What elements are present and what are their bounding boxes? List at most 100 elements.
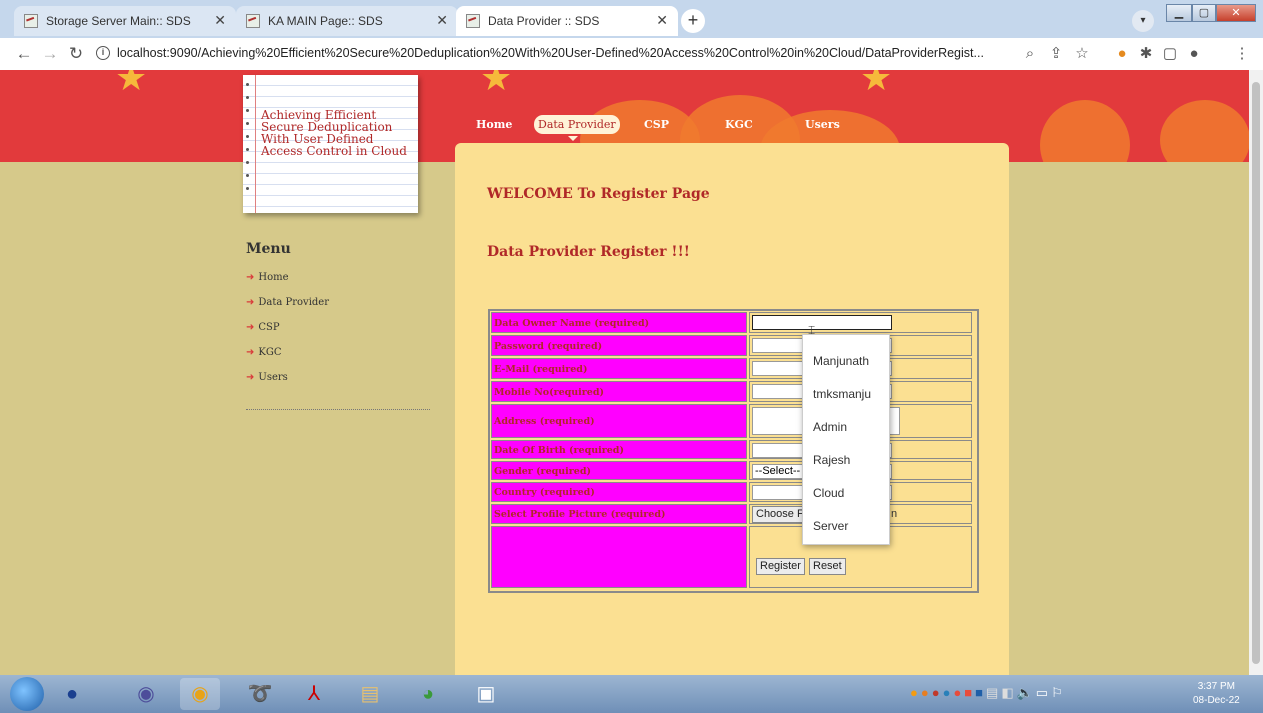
url-bar[interactable]: localhost:9090/Achieving%20Efficient%20S…	[117, 46, 1017, 60]
form-row-actions: Register Reset	[490, 526, 973, 588]
sidebar-item-csp[interactable]: ➜ CSP	[246, 322, 329, 347]
sidebar-item-data-provider[interactable]: ➜ Data Provider	[246, 297, 329, 322]
close-icon[interactable]: ✕	[656, 12, 668, 29]
banner-decoration	[1040, 100, 1130, 162]
autocomplete-dropdown: Manjunath tmksmanju Admin Rajesh Cloud S…	[802, 334, 890, 545]
nav-home[interactable]: Home	[476, 118, 512, 131]
taskbar-clock[interactable]: 3:37 PM 08-Dec-22	[1193, 680, 1240, 708]
tray-icon[interactable]: ●	[932, 685, 943, 700]
mobile-label: Mobile No(required)	[491, 381, 747, 402]
site-logo-note: Achieving Efficient Secure Deduplication…	[243, 75, 418, 213]
choose-file-button[interactable]: Choose F	[752, 506, 808, 523]
bookmark-star-icon[interactable]: ☆	[1072, 44, 1092, 64]
country-label: Country (required)	[491, 482, 747, 502]
tab-data-provider[interactable]: Data Provider :: SDS ✕	[456, 6, 678, 36]
network-tray-icon[interactable]: ⚐	[1051, 685, 1066, 700]
form-row-name: Data Owner Name (required)	[490, 312, 973, 333]
form-row-gender: Gender (required) --Select--	[490, 461, 973, 480]
volume-icon[interactable]: 🔈	[1017, 685, 1036, 700]
new-tab-button[interactable]: +	[681, 9, 705, 33]
nav-kgc[interactable]: KGC	[725, 118, 753, 131]
tab-search-chevron-icon[interactable]: ▾	[1132, 10, 1154, 32]
arrow-right-icon: ➜	[246, 272, 255, 283]
close-icon[interactable]: ✕	[436, 12, 448, 29]
site-info-icon[interactable]: i	[96, 46, 110, 60]
back-arrow-icon[interactable]: ←	[14, 44, 34, 64]
data-owner-name-input[interactable]	[752, 315, 892, 330]
tray-icon[interactable]: ■	[975, 685, 986, 700]
minimize-button[interactable]: ▁	[1166, 4, 1192, 22]
clock-date: 08-Dec-22	[1193, 695, 1240, 706]
nav-csp[interactable]: CSP	[644, 118, 669, 131]
app-window-icon[interactable]: ▣	[466, 678, 506, 710]
sidebar-divider	[246, 409, 430, 410]
address-label: Address (required)	[491, 404, 747, 438]
sidebar-item-kgc[interactable]: ➜ KGC	[246, 347, 329, 372]
tray-icon[interactable]: ●	[921, 685, 932, 700]
profile-avatar-icon[interactable]: ●	[1184, 44, 1204, 64]
side-panel-icon[interactable]: ▢	[1160, 44, 1180, 64]
eclipse-icon[interactable]: ◉	[126, 678, 166, 710]
tray-icon[interactable]: ◧	[1001, 685, 1016, 700]
star-decoration-icon: ★	[480, 70, 513, 98]
filezilla-icon[interactable]: ➰	[240, 678, 280, 710]
arrow-right-icon: ➜	[246, 347, 255, 358]
tray-icon[interactable]: ●	[910, 685, 921, 700]
reset-button[interactable]: Reset	[809, 558, 846, 575]
reload-icon[interactable]: ↻	[66, 44, 86, 64]
tab-ka-main[interactable]: KA MAIN Page:: SDS ✕	[236, 6, 458, 36]
autocomplete-option[interactable]: Server	[813, 519, 848, 533]
share-icon[interactable]: ⇪	[1046, 44, 1066, 64]
tray-icon[interactable]: ●	[953, 685, 964, 700]
chrome-icon[interactable]: ◉	[180, 678, 220, 710]
tab-title: KA MAIN Page:: SDS	[268, 14, 383, 28]
sidebar-item-home[interactable]: ➜ Home	[246, 272, 329, 297]
tray-icon[interactable]: ●	[943, 685, 954, 700]
site-favicon-icon	[466, 14, 480, 28]
star-decoration-icon: ★	[860, 70, 893, 98]
maximize-button[interactable]: ▢	[1192, 4, 1216, 22]
acrobat-icon[interactable]: ⅄	[294, 678, 334, 710]
network-icon[interactable]: ◕	[408, 678, 448, 710]
more-menu-icon[interactable]: ⋮	[1232, 44, 1252, 64]
autocomplete-option[interactable]: Manjunath	[813, 354, 869, 368]
autocomplete-option[interactable]: Admin	[813, 420, 847, 434]
sidebar-item-users[interactable]: ➜ Users	[246, 372, 329, 397]
tray-icon[interactable]: ▭	[1036, 685, 1051, 700]
browser-tab-strip: Storage Server Main:: SDS ✕ KA MAIN Page…	[0, 0, 1263, 38]
tab-title: Data Provider :: SDS	[488, 14, 600, 28]
file-status-text: n	[891, 508, 898, 520]
forward-arrow-icon[interactable]: →	[40, 44, 60, 64]
star-decoration-icon: ★	[115, 70, 148, 98]
tray-icon[interactable]: ■	[964, 685, 975, 700]
extensions-puzzle-icon[interactable]: ✱	[1136, 44, 1156, 64]
autocomplete-option[interactable]: Cloud	[813, 486, 844, 500]
browser-toolbar: ← → ↻ i localhost:9090/Achieving%20Effic…	[0, 38, 1263, 71]
start-button[interactable]	[10, 677, 44, 711]
close-window-button[interactable]: ✕	[1216, 4, 1256, 22]
nav-users[interactable]: Users	[805, 118, 840, 131]
nav-data-provider[interactable]: Data Provider	[534, 115, 620, 141]
file-explorer-icon[interactable]: ▤	[350, 678, 390, 710]
arrow-right-icon: ➜	[246, 322, 255, 333]
autocomplete-option[interactable]: Rajesh	[813, 453, 850, 467]
notebook-holes	[246, 83, 250, 200]
ie-icon[interactable]: ●	[52, 678, 92, 710]
autocomplete-option[interactable]: tmksmanju	[813, 387, 871, 401]
tab-title: Storage Server Main:: SDS	[46, 14, 191, 28]
tab-storage-server[interactable]: Storage Server Main:: SDS ✕	[14, 6, 236, 36]
zoom-icon[interactable]: ⌕	[1020, 44, 1040, 64]
system-tray: ●●●●●■■▤◧🔈▭⚐	[910, 685, 1066, 701]
register-button[interactable]: Register	[756, 558, 805, 575]
page-scrollbar[interactable]	[1249, 70, 1263, 675]
register-form-table: Data Owner Name (required) Password (req…	[488, 309, 979, 593]
scrollbar-thumb[interactable]	[1252, 82, 1260, 664]
gender-label: Gender (required)	[491, 461, 747, 480]
close-icon[interactable]: ✕	[214, 12, 226, 29]
form-row-password: Password (required)	[490, 335, 973, 356]
form-row-address: Address (required)	[490, 404, 973, 438]
extension-icon[interactable]: ●	[1112, 44, 1132, 64]
tray-icon[interactable]: ▤	[986, 685, 1001, 700]
form-row-mobile: Mobile No(required)	[490, 381, 973, 402]
dob-label: Date Of Birth (required)	[491, 440, 747, 459]
